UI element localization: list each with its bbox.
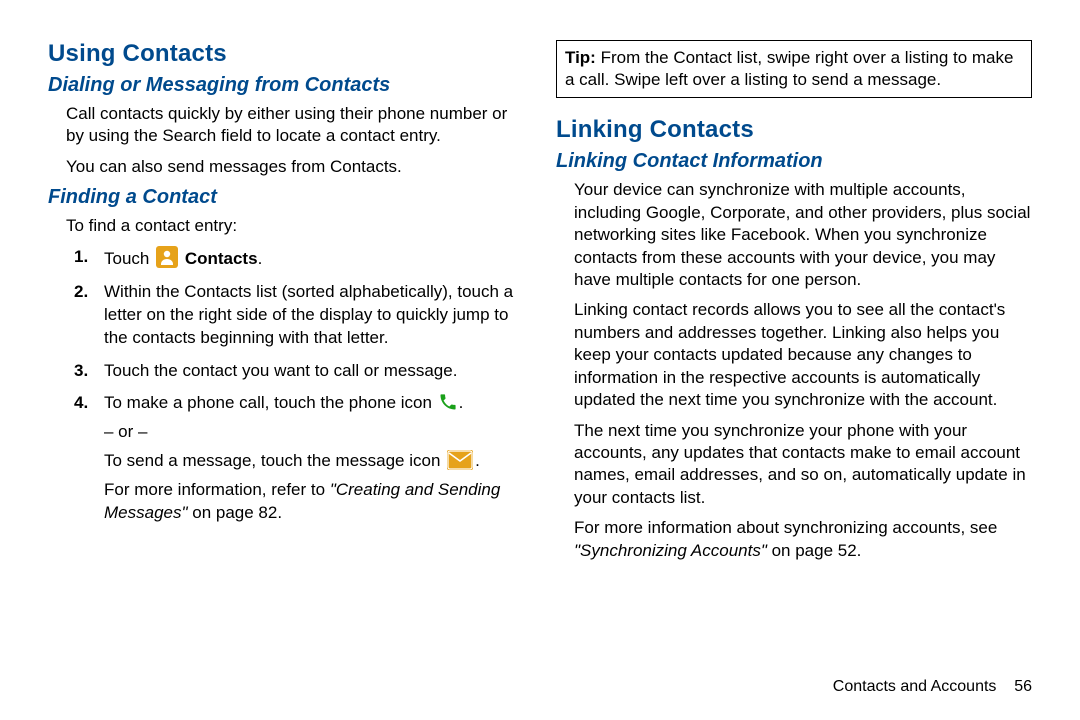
step-number: 1. (74, 246, 88, 269)
step-or: – or – (104, 421, 524, 444)
phone-icon (439, 393, 457, 411)
step-number: 2. (74, 281, 88, 304)
subheading-finding-contact: Finding a Contact (48, 186, 524, 209)
subheading-linking-information: Linking Contact Information (556, 150, 1032, 173)
paragraph: The next time you synchronize your phone… (574, 420, 1032, 510)
page-footer: Contacts and Accounts 56 (833, 678, 1032, 696)
step-text: . (258, 249, 263, 268)
step-text: on page 82. (188, 503, 283, 522)
paragraph: Linking contact records allows you to se… (574, 299, 1032, 411)
step-4: 4. To make a phone call, touch the phone… (48, 392, 524, 525)
paragraph: You can also send messages from Contacts… (66, 156, 524, 178)
footer-section: Contacts and Accounts (833, 678, 997, 695)
step-text: . (475, 451, 480, 470)
step-text: For more information, refer to (104, 480, 330, 499)
footer-page-number: 56 (1014, 678, 1032, 695)
step-3: 3. Touch the contact you want to call or… (48, 360, 524, 383)
step-text: Touch (104, 249, 154, 268)
right-column: Tip: From the Contact list, swipe right … (556, 40, 1032, 700)
cross-reference: "Synchronizing Accounts" (574, 541, 767, 560)
step-text: Touch the contact you want to call or me… (104, 361, 457, 380)
heading-using-contacts: Using Contacts (48, 40, 524, 68)
step-text: . (459, 393, 464, 412)
paragraph: Call contacts quickly by either using th… (66, 103, 524, 148)
paragraph-text: on page 52. (767, 541, 862, 560)
step-2: 2. Within the Contacts list (sorted alph… (48, 281, 524, 350)
tip-box: Tip: From the Contact list, swipe right … (556, 40, 1032, 98)
message-icon (447, 450, 473, 470)
left-column: Using Contacts Dialing or Messaging from… (48, 40, 524, 700)
paragraph: To find a contact entry: (66, 215, 524, 237)
step-number: 3. (74, 360, 88, 383)
step-text: Within the Contacts list (sorted alphabe… (104, 282, 513, 347)
step-subtext: For more information, refer to "Creating… (104, 479, 524, 525)
step-number: 4. (74, 392, 88, 415)
paragraph-text: For more information about synchronizing… (574, 518, 997, 537)
paragraph: For more information about synchronizing… (574, 517, 1032, 562)
step-subtext: To send a message, touch the message ico… (104, 450, 524, 473)
tip-text: From the Contact list, swipe right over … (565, 48, 1013, 89)
step-text: To send a message, touch the message ico… (104, 451, 445, 470)
heading-linking-contacts: Linking Contacts (556, 116, 1032, 144)
paragraph: Your device can synchronize with multipl… (574, 179, 1032, 291)
step-text: To make a phone call, touch the phone ic… (104, 393, 437, 412)
step-1: 1. Touch Contacts. (48, 246, 524, 271)
contacts-icon (156, 246, 178, 268)
subheading-dialing-messaging: Dialing or Messaging from Contacts (48, 74, 524, 97)
step-text-bold: Contacts (180, 249, 257, 268)
steps-list: 1. Touch Contacts. 2. Within the Contact… (48, 246, 524, 525)
tip-label: Tip: (565, 48, 596, 67)
